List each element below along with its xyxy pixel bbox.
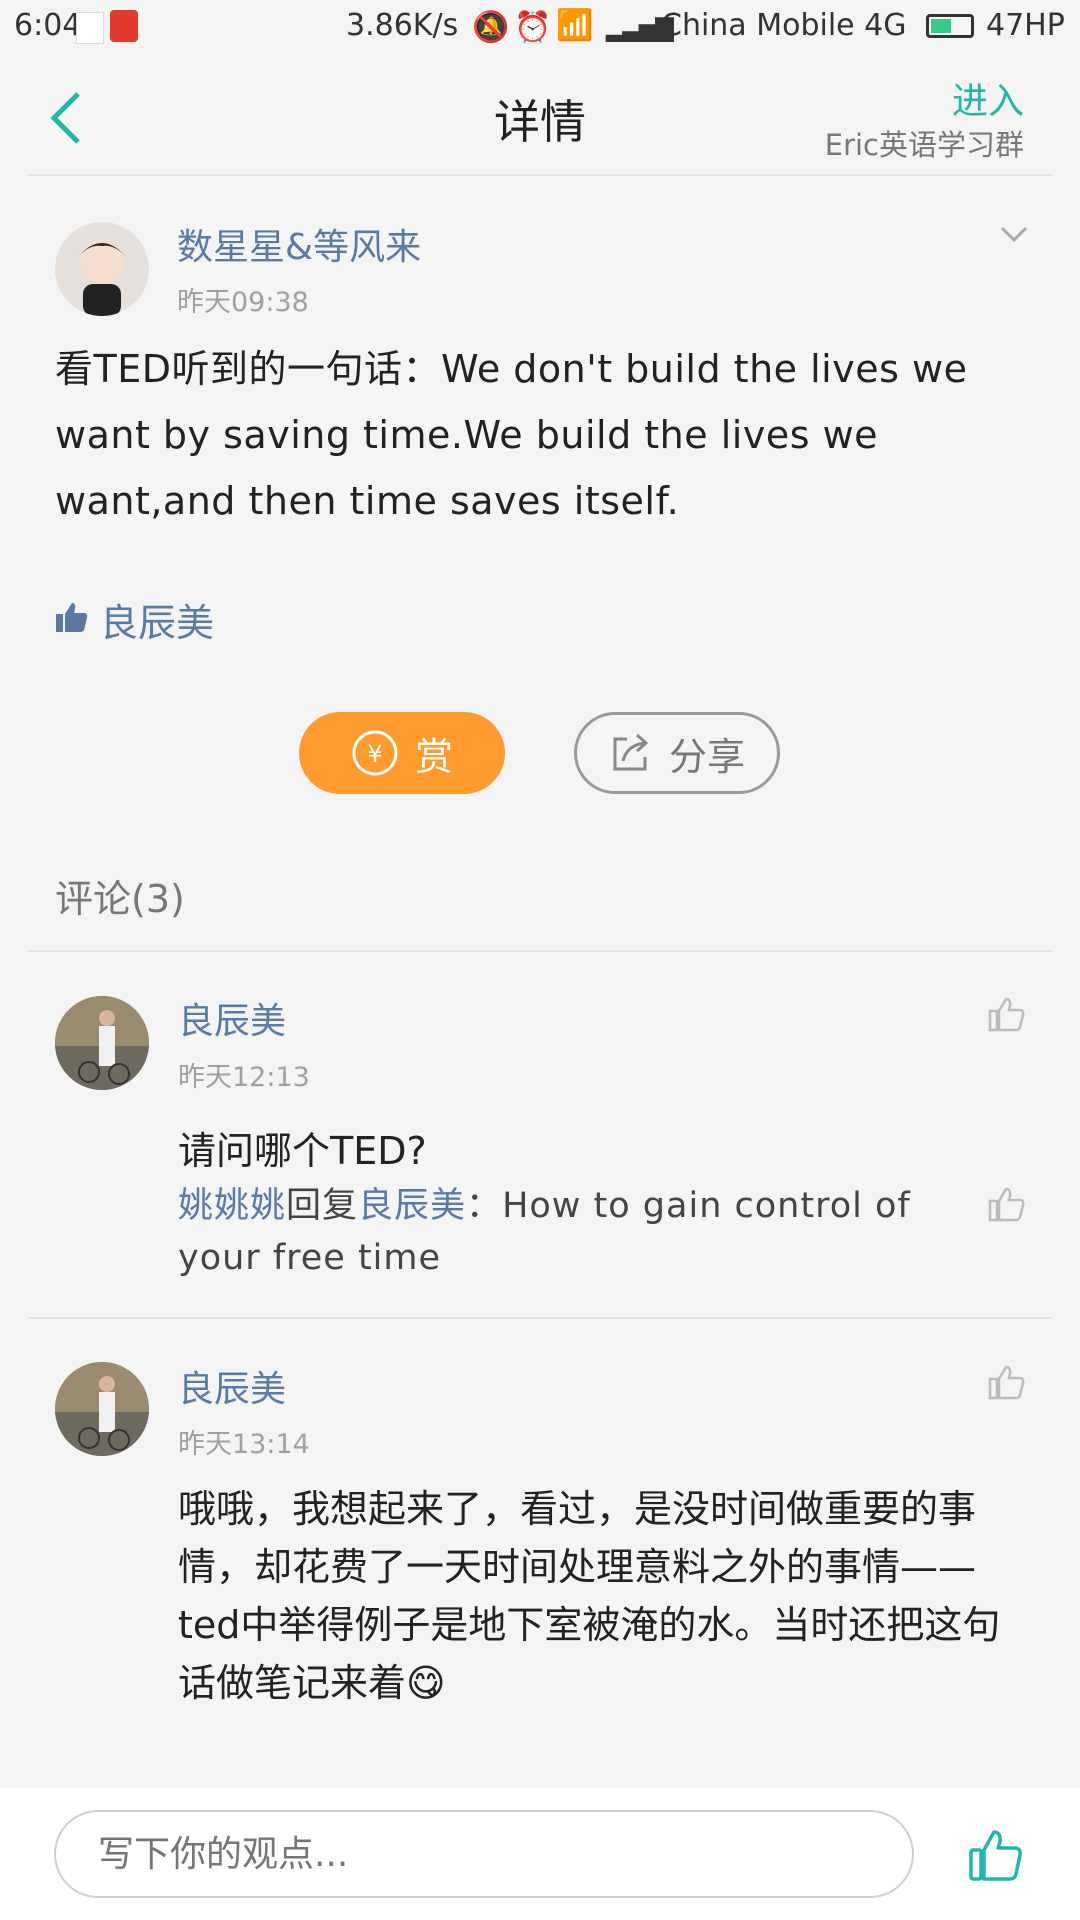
- alarm-icon: ⏰: [514, 10, 552, 45]
- reply-to-name[interactable]: 良辰美: [358, 1186, 466, 1226]
- chevron-down-icon: [1000, 226, 1028, 243]
- post-time: 昨天09:38: [177, 287, 309, 318]
- group-name: Eric英语学习群: [824, 128, 1024, 162]
- comment-author-name[interactable]: 良辰美: [178, 992, 286, 1044]
- header: 详情 进入 Eric英语学习群: [0, 56, 1080, 176]
- divider: [28, 1317, 1052, 1319]
- thumbs-up-icon: [988, 1187, 1025, 1222]
- author-avatar[interactable]: [55, 222, 149, 316]
- commenter-avatar[interactable]: [55, 1362, 149, 1456]
- divider: [28, 174, 1052, 176]
- commenter-avatar[interactable]: [55, 996, 149, 1090]
- reply-verb: 回复: [286, 1186, 359, 1226]
- thumbs-up-icon: [969, 1830, 1022, 1881]
- comment-author-name[interactable]: 良辰美: [178, 1360, 286, 1412]
- comment-time: 昨天13:14: [178, 1429, 310, 1460]
- comment-like-button[interactable]: [988, 996, 1026, 1036]
- reward-label: 赏: [414, 734, 453, 779]
- status-bar: 6:04 3.86K/s 🔕 ⏰ 📶 ▂▃▅▇ China Mobile 4G …: [0, 0, 1080, 56]
- more-options-button[interactable]: [998, 222, 1030, 246]
- reward-button[interactable]: ¥ 赏: [299, 712, 505, 794]
- thumbs-up-icon: [988, 997, 1025, 1032]
- comment-like-button[interactable]: [988, 1364, 1026, 1404]
- post-author-name[interactable]: 数星星&等风来: [177, 218, 421, 270]
- thumbs-up-icon: [988, 1365, 1025, 1400]
- share-button[interactable]: 分享: [574, 712, 780, 794]
- app-notification-icon: [110, 10, 138, 42]
- reply-separator: ：: [466, 1186, 503, 1226]
- mute-icon: 🔕: [472, 10, 510, 45]
- comment-text: 请问哪个TED?: [178, 1129, 427, 1173]
- carrier-label: China Mobile 4G: [661, 8, 907, 43]
- comment-text: 哦哦，我想起来了，看过，是没时间做重要的事情，却花费了一天时间处理意料之外的事情…: [178, 1487, 1001, 1705]
- battery-label: 47HP: [986, 8, 1065, 43]
- yen-coin-icon: ¥: [352, 730, 398, 776]
- reply-from-name[interactable]: 姚姚姚: [178, 1186, 286, 1226]
- comment-input[interactable]: [54, 1810, 914, 1898]
- share-icon: [613, 733, 649, 771]
- post-text: 看TED听到的一句话：We don't build the lives we w…: [55, 347, 968, 523]
- wifi-icon: 📶: [556, 8, 594, 43]
- reply: 姚姚姚回复良辰美：How to gain control of your fre…: [178, 1180, 948, 1284]
- status-time: 6:04: [14, 8, 82, 43]
- svg-text:¥: ¥: [367, 740, 382, 768]
- thumbs-up-icon: [55, 600, 89, 634]
- liked-by-names[interactable]: 良辰美: [100, 592, 214, 647]
- notification-icon: [76, 12, 104, 44]
- divider: [28, 950, 1052, 952]
- enter-group-link[interactable]: 进入: [952, 72, 1024, 124]
- network-speed: 3.86K/s: [346, 8, 459, 43]
- comment-time: 昨天12:13: [178, 1062, 310, 1093]
- share-label: 分享: [668, 734, 745, 779]
- reply-like-button[interactable]: [988, 1186, 1026, 1226]
- battery-icon: [926, 14, 974, 38]
- like-post-button[interactable]: [968, 1828, 1024, 1886]
- comments-header: 评论(3): [55, 877, 185, 921]
